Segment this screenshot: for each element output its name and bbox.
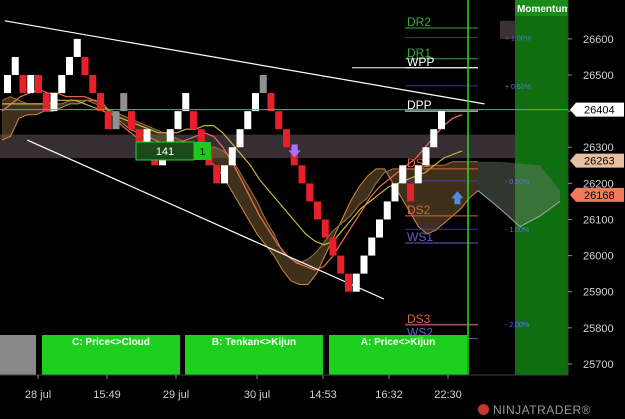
bear-brick (329, 237, 337, 256)
signal-button-1[interactable]: C: Price<>Cloud (42, 335, 180, 375)
bear-brick (306, 183, 314, 202)
bear-brick (337, 255, 345, 274)
percent-label: - 1.00% (505, 227, 529, 234)
bear-brick (81, 56, 89, 76)
bull-brick (73, 38, 81, 57)
price-tick-label: 26100 (583, 214, 614, 226)
brand-mark: ® (581, 403, 591, 417)
price-tick-label: 26500 (583, 70, 614, 82)
price-tick-label: 25900 (583, 287, 614, 299)
percent-label: + 1.00% (505, 35, 531, 42)
count-box-label: 141 (156, 146, 174, 158)
time-tick-label: 30 jul (244, 389, 270, 401)
bull-brick (438, 111, 445, 130)
bear-brick (275, 111, 283, 130)
time-tick-label: 15:49 (93, 389, 121, 401)
time-tick-label: 22:30 (434, 389, 462, 401)
signal-button-label: A: Price<>Kijun (361, 337, 435, 348)
bear-brick (97, 93, 104, 112)
bear-brick (35, 75, 42, 94)
signal-button-3[interactable]: A: Price<>Kijun (329, 335, 467, 375)
pivot-label-ds2: DS2 (407, 203, 431, 217)
percent-label: - 0.50% (505, 179, 529, 186)
bull-brick (244, 111, 252, 130)
bear-brick (345, 273, 352, 292)
ninjatrader-logo-icon (478, 404, 489, 415)
bull-brick (368, 237, 376, 256)
signal-button-bg (0, 335, 36, 375)
time-tick-label: 14:53 (309, 389, 337, 401)
bull-brick (228, 147, 236, 166)
price-tick-label: 25700 (583, 359, 614, 371)
pivot-label-ds3: DS3 (407, 312, 431, 326)
bull-brick (383, 201, 391, 220)
bull-brick (182, 93, 190, 112)
percent-label: + 0.50% (505, 84, 531, 91)
bull-brick (120, 93, 128, 112)
bull-brick (236, 129, 244, 148)
price-tag-label: 26263 (584, 156, 615, 168)
bull-brick (360, 255, 368, 274)
bear-brick (89, 75, 97, 94)
pivot-label-dr2: DR2 (407, 15, 431, 29)
pivot-label-wpp: WPP (407, 55, 434, 69)
bear-brick (283, 129, 290, 148)
bear-brick (267, 93, 275, 112)
price-tag-label: 26168 (584, 190, 615, 202)
signal-button-0[interactable] (0, 335, 36, 375)
signal-button-2[interactable]: B: Tenkan<>Kijun (185, 335, 323, 375)
bull-brick (58, 75, 66, 94)
price-tick-label: 26600 (583, 34, 614, 46)
bull-brick (174, 111, 182, 130)
bull-brick (422, 147, 430, 166)
signal-button-label: B: Tenkan<>Kijun (212, 337, 296, 348)
bear-brick (321, 219, 329, 238)
bull-brick (221, 165, 228, 184)
price-axis-bg (568, 0, 625, 419)
bear-brick (19, 75, 27, 94)
bear-brick (128, 111, 135, 130)
bull-brick (430, 129, 438, 148)
time-tick-label: 16:32 (375, 389, 403, 401)
percent-label: - 2.00% (505, 322, 529, 329)
signal-button-label: C: Price<>Cloud (72, 337, 150, 348)
brand-logo: NINJATRADER® (478, 403, 591, 417)
bear-brick (407, 183, 414, 202)
chart-root: { "chart_data": { "type": "renko", "pric… (0, 0, 625, 419)
bull-brick (399, 165, 407, 184)
bull-brick (259, 75, 267, 94)
brand-text: NINJATRADER (493, 403, 582, 417)
bull-brick (352, 273, 360, 292)
momentum-title: Momentum (517, 4, 570, 15)
bear-brick (298, 165, 306, 184)
bull-brick (414, 165, 422, 184)
bull-brick (50, 93, 58, 112)
time-tick-label: 28 jul (25, 389, 51, 401)
bull-brick (11, 56, 19, 76)
bull-brick (112, 111, 120, 130)
price-tick-label: 26000 (583, 251, 614, 263)
bear-brick (190, 111, 197, 130)
pivot-label-ws1: WS1 (407, 230, 433, 244)
bull-brick (391, 183, 399, 202)
bull-brick (252, 93, 259, 112)
bull-brick (66, 56, 73, 76)
bear-brick (42, 93, 50, 112)
price-tag-label: 26404 (584, 105, 615, 117)
bear-brick (213, 165, 221, 184)
time-tick-label: 29 jul (163, 389, 189, 401)
bull-brick (376, 219, 383, 238)
bear-brick (314, 201, 321, 220)
bull-brick (4, 75, 11, 94)
price-axis: 2570025800259002600026100262002630026400… (567, 0, 625, 419)
bear-brick (104, 111, 112, 130)
renko-chart: Momentum + 1.00% + 0.50% - 0.50% - 1.00% - 2.… (0, 0, 625, 419)
count-box-small-label: 1 (200, 147, 206, 158)
price-tick-label: 26300 (583, 142, 614, 154)
bull-brick (27, 75, 35, 94)
price-tick-label: 25800 (583, 323, 614, 335)
